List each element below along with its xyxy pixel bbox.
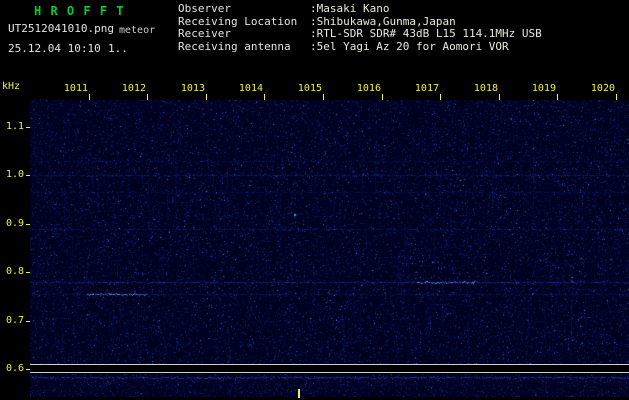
- level-strip-time-tick: [298, 389, 300, 398]
- record-counter: 1..: [108, 42, 128, 55]
- time-tick-label: 1017: [414, 83, 439, 94]
- time-tick-label: 1015: [297, 83, 322, 94]
- hrofft-output: H R O F F T UT2512041010.png meteor 25.1…: [0, 0, 629, 400]
- info-value: :RTL-SDR SDR# 43dB L15 114.1MHz USB: [310, 27, 542, 40]
- info-label: Observer: [178, 2, 231, 15]
- observation-label: meteor: [119, 25, 156, 36]
- freq-tick-label: 0.8: [5, 266, 24, 277]
- time-tick-label: 1020: [590, 83, 615, 94]
- app-title: H R O F F T: [34, 4, 125, 18]
- freq-tick-label: 0.6: [5, 363, 24, 374]
- info-row-antenna: Receiving antenna :5el Yagi Az 20 for Aom…: [178, 39, 542, 54]
- level-strip-bottom-border: [30, 372, 629, 373]
- station-info: Observer:Masaki Kano Receiving Location:…: [178, 2, 542, 54]
- time-tick-label: 1012: [121, 83, 146, 94]
- y-axis-unit-label: kHz: [2, 81, 21, 92]
- level-strip-top-border: [30, 364, 629, 365]
- freq-tick-label: 1.0: [5, 169, 24, 180]
- info-label: Receiving antenna: [178, 39, 291, 53]
- time-tick-label: 1011: [63, 83, 88, 94]
- time-tick-label: 1013: [180, 83, 205, 94]
- freq-tick-mark: [26, 369, 30, 370]
- time-tick-label: 1016: [356, 83, 381, 94]
- info-value: :Shibukawa,Gunma,Japan: [310, 14, 456, 28]
- freq-tick-label: 1.1: [5, 121, 24, 132]
- info-label: Receiver: [178, 27, 231, 40]
- output-filename: UT2512041010.png: [8, 22, 114, 35]
- record-datetime: 25.12.04 10:10: [8, 42, 101, 55]
- info-value: :Masaki Kano: [310, 2, 390, 15]
- info-value: :5el Yagi Az 20 for Aomori VOR: [310, 39, 509, 53]
- freq-tick-label: 0.9: [5, 218, 24, 229]
- freq-tick-label: 0.7: [5, 315, 24, 326]
- time-tick-label: 1018: [473, 83, 498, 94]
- spectrogram-canvas: [30, 100, 629, 364]
- signal-level-strip-canvas: [30, 374, 629, 397]
- time-tick-label: 1019: [531, 83, 556, 94]
- time-tick-label: 1014: [238, 83, 263, 94]
